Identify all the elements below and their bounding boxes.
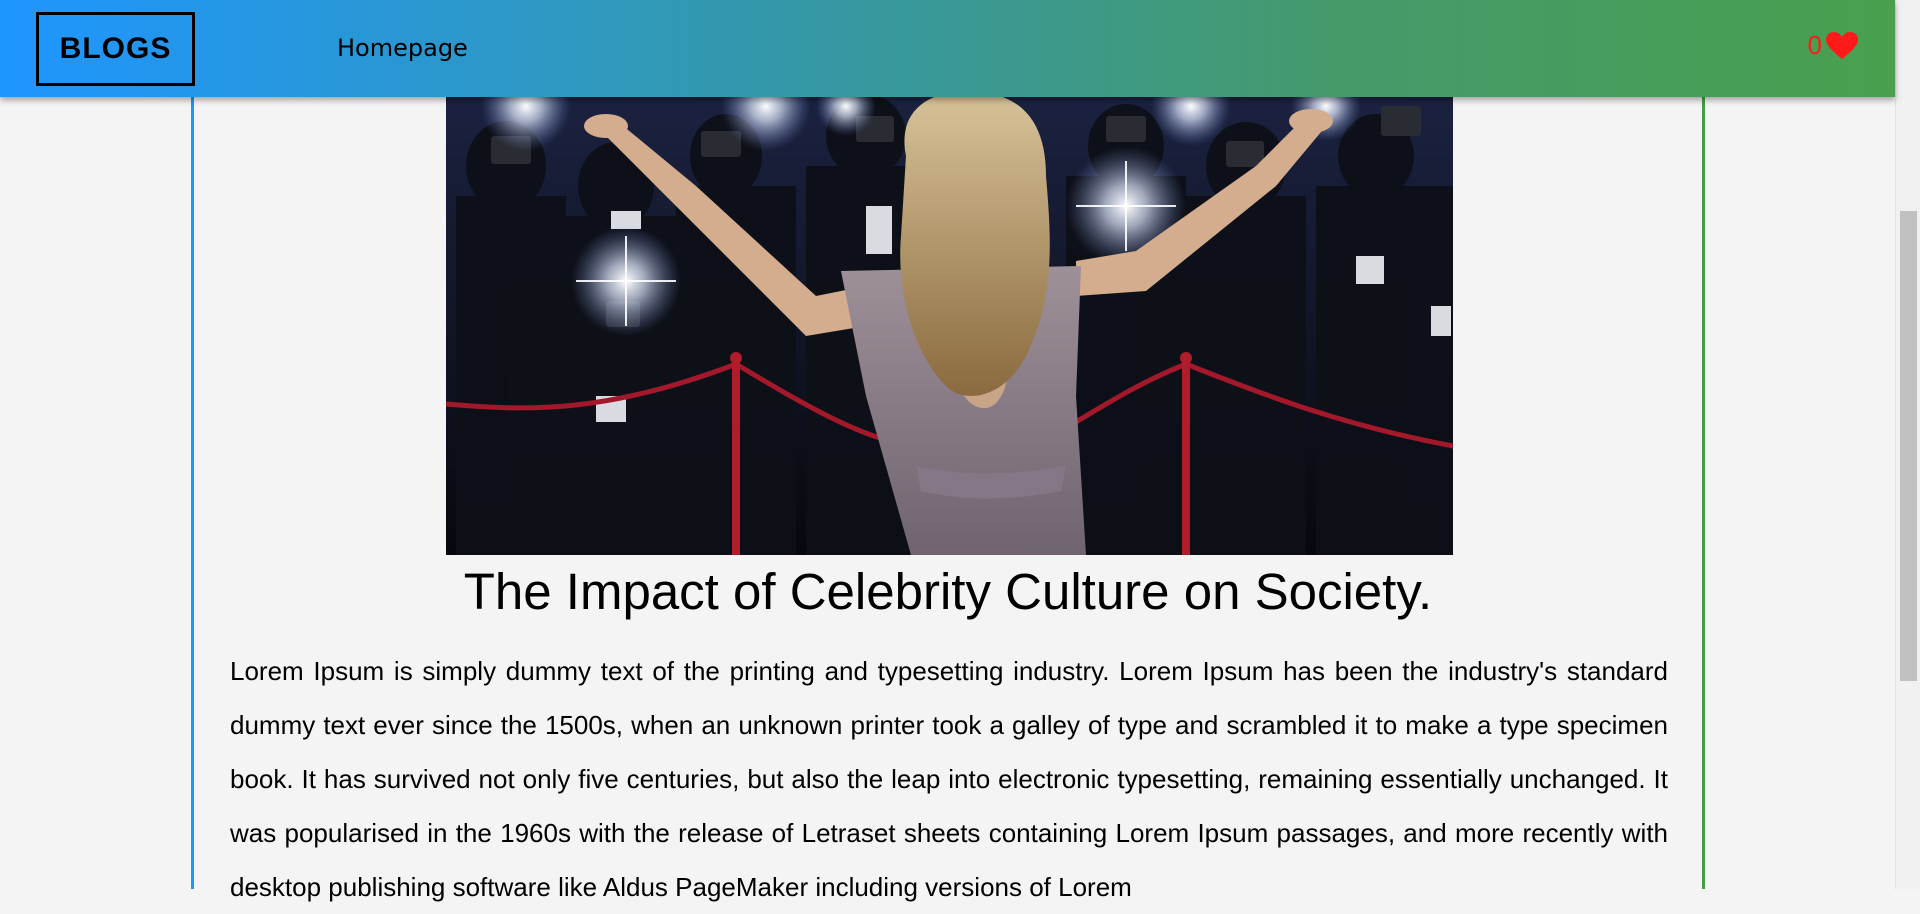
article-title: The Impact of Celebrity Culture on Socie… <box>463 563 1433 620</box>
article-body: Lorem Ipsum is simply dummy text of the … <box>230 656 1668 902</box>
likes-count: 0 <box>1807 30 1822 60</box>
heart-icon[interactable] <box>1826 31 1858 60</box>
top-navbar: BLOGS Homepage 0 <box>0 0 1895 97</box>
nav-link-homepage[interactable]: Homepage <box>337 34 468 62</box>
site-logo[interactable]: BLOGS <box>36 12 195 86</box>
likes-counter[interactable]: 0 <box>1808 30 1858 61</box>
article-card: The Impact of Celebrity Culture on Socie… <box>191 0 1705 902</box>
page-scrollbar[interactable] <box>1895 0 1920 889</box>
article-hero-image <box>446 96 1453 555</box>
scrollbar-thumb[interactable] <box>1900 211 1917 681</box>
celebrity-red-carpet-photo <box>446 96 1453 555</box>
